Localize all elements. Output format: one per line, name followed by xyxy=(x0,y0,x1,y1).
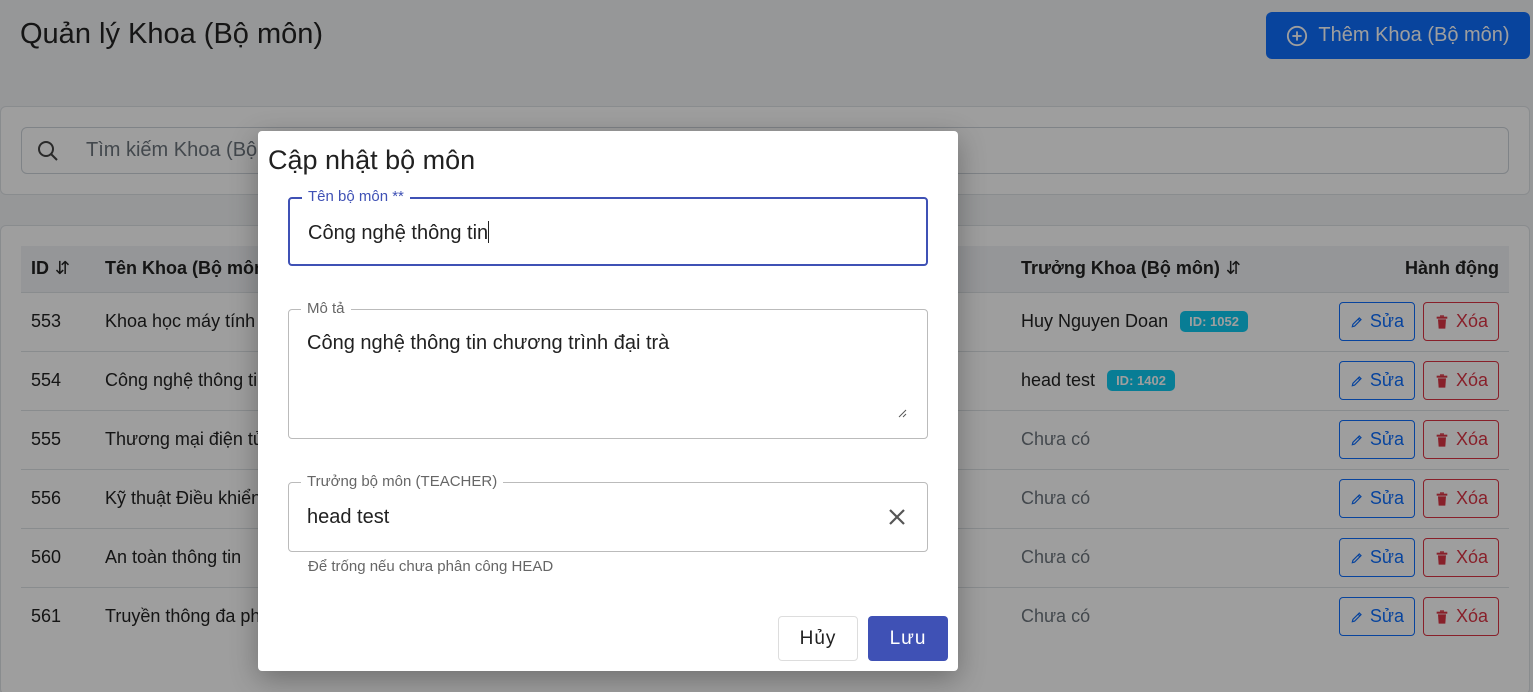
dialog-title: Cập nhật bộ môn xyxy=(268,145,476,175)
head-teacher-helper-text: Để trống nếu chưa phân công HEAD xyxy=(308,558,554,575)
edit-department-dialog: Cập nhật bộ môn Tên bộ môn ** Công nghệ … xyxy=(258,131,958,671)
head-teacher-value: head test xyxy=(307,506,390,528)
department-name-label: Tên bộ môn ** xyxy=(302,188,410,205)
head-teacher-label: Trưởng bộ môn (TEACHER) xyxy=(301,473,504,490)
clear-icon[interactable] xyxy=(885,505,909,529)
description-label: Mô tả xyxy=(301,300,351,317)
cancel-button[interactable]: Hủy xyxy=(778,616,858,661)
department-name-value: Công nghệ thông tin xyxy=(308,221,490,244)
description-value: Công nghệ thông tin chương trình đại trà xyxy=(307,332,670,354)
head-teacher-field[interactable]: Trưởng bộ môn (TEACHER) head test xyxy=(288,473,928,552)
department-name-field[interactable]: Tên bộ môn ** Công nghệ thông tin xyxy=(288,188,928,266)
save-button[interactable]: Lưu xyxy=(868,616,948,661)
resize-handle-icon[interactable] xyxy=(897,408,907,418)
description-field[interactable]: Mô tả Công nghệ thông tin chương trình đ… xyxy=(288,300,928,439)
